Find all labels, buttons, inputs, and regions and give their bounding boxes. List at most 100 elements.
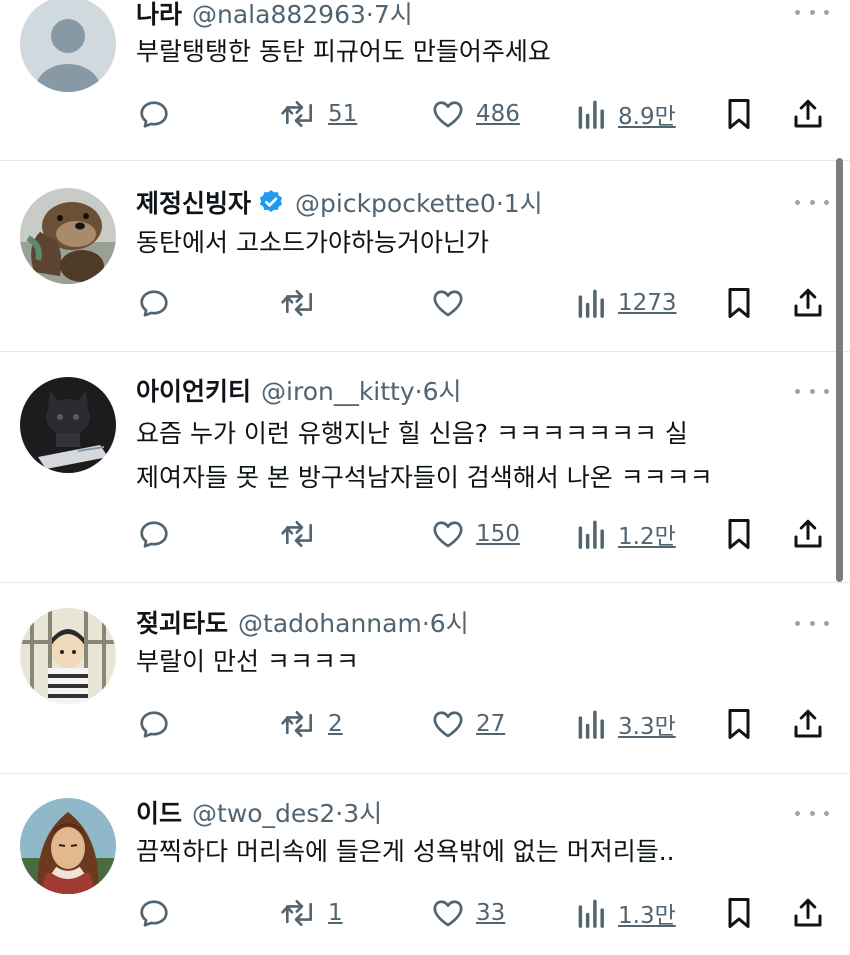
tweet-text: 요즘 누가 이런 유행지난 힐 신음? ㅋㅋㅋㅋㅋㅋㅋ 실 제여자들 못 본 방… [136,419,713,492]
display-name[interactable]: 제정신빙자 [136,184,251,220]
views-button[interactable]: 8.9만 [576,94,676,134]
tweet[interactable]: 이드 @two_des2·3시 끔찍하다 머리속에 들은게 성욕밖에 없는 머저… [0,774,850,955]
reply-button[interactable] [136,514,172,554]
like-button[interactable]: 150 [430,514,520,554]
tweet-text: 끔찍하다 머리속에 들은게 성욕밖에 없는 머저리들.. [136,837,675,866]
share-button[interactable] [790,283,826,323]
avatar[interactable] [20,377,116,473]
views-button[interactable]: 1.3만 [576,893,676,933]
scrollbar[interactable] [836,158,843,582]
tweet[interactable]: 젖괴타도 @tadohannam·6시 부랄이 만선 ㅋㅋㅋㅋ 2 27 3.3… [0,583,850,773]
views-button[interactable]: 1273 [576,283,677,323]
like-button[interactable]: 27 [430,704,505,744]
avatar[interactable] [20,608,116,704]
reply-button[interactable] [136,283,172,323]
like-button[interactable]: 33 [430,893,505,933]
bookmark-icon [728,99,750,129]
views-count[interactable]: 3.3만 [618,707,676,741]
share-button[interactable] [790,893,826,933]
repost-count[interactable]: 51 [328,101,357,127]
views-button[interactable]: 1.2만 [576,514,676,554]
tweet[interactable]: 제정신빙자 @pickpockette0·1시 동탄에서 고소드가야하능거아닌가 [0,161,850,351]
repost-count[interactable]: 2 [328,711,343,737]
handle[interactable]: @tadohannam·6시 [238,604,469,640]
views-count[interactable]: 1.3만 [618,896,676,930]
share-button[interactable] [790,514,826,554]
verified-badge-icon[interactable] [257,188,285,216]
reply-button[interactable] [136,94,172,134]
display-name[interactable]: 나라 [136,0,182,31]
more-options-icon[interactable] [795,807,829,819]
avatar[interactable] [20,0,116,92]
reply-button[interactable] [136,893,172,933]
avatar[interactable] [20,798,116,894]
repost-button[interactable]: 51 [280,94,357,134]
bookmark-button[interactable] [722,704,756,744]
share-button[interactable] [790,704,826,744]
anime-avatar-icon [20,798,116,894]
display-name[interactable]: 이드 [136,794,182,830]
views-button[interactable]: 3.3만 [576,704,676,744]
action-bar: 51 486 8.9만 [136,94,836,134]
bookmark-icon [728,519,750,549]
reply-icon [140,101,168,128]
views-icon [578,289,604,318]
tweet-header: 아이언키티 @iron__kitty·6시 [136,371,462,409]
timestamp[interactable]: 6시 [423,377,462,406]
views-icon [578,710,604,739]
like-button[interactable] [430,283,476,323]
tweet-text: 동탄에서 고소드가야하능거아닌가 [136,228,489,257]
handle[interactable]: @pickpockette0·1시 [295,184,543,220]
more-options-icon[interactable] [795,196,829,208]
like-count[interactable]: 27 [476,711,505,737]
share-icon [794,898,822,927]
reply-icon [140,521,168,548]
repost-icon [281,100,313,128]
repost-icon [281,899,313,927]
bookmark-button[interactable] [722,514,756,554]
handle[interactable]: @two_des2·3시 [192,794,382,830]
tweet-text: 부랄이 만선 ㅋㅋㅋㅋ [136,647,359,676]
handle[interactable]: @iron__kitty·6시 [261,372,462,408]
timestamp[interactable]: 7시 [374,0,413,29]
like-button[interactable]: 486 [430,94,520,134]
tweet[interactable]: 아이언키티 @iron__kitty·6시 요즘 누가 이런 유행지난 힐 신음… [0,352,850,582]
like-count[interactable]: 33 [476,900,505,926]
tweet-header: 제정신빙자 @pickpockette0·1시 [136,183,543,221]
views-count[interactable]: 1273 [618,290,677,316]
tweet-text: 부랄탱탱한 동탄 피규어도 만들어주세요 [136,37,551,66]
views-count[interactable]: 8.9만 [618,97,676,131]
like-count[interactable]: 150 [476,521,520,547]
share-icon [794,709,822,738]
repost-button[interactable] [280,514,328,554]
more-options-icon[interactable] [795,6,829,18]
timestamp[interactable]: 6시 [430,609,469,638]
action-bar: 1273 [136,283,836,323]
repost-count[interactable]: 1 [328,900,343,926]
timestamp[interactable]: 1시 [504,189,543,218]
avatar[interactable] [20,188,116,284]
action-bar: 1 33 1.3만 [136,893,836,933]
repost-button[interactable] [280,283,328,323]
bookmark-button[interactable] [722,893,756,933]
reply-icon [140,290,168,317]
bookmark-button[interactable] [722,94,756,134]
share-button[interactable] [790,94,826,134]
prisoner-avatar-icon [20,608,116,704]
handle[interactable]: @nala882963·7시 [192,0,413,31]
reply-button[interactable] [136,704,172,744]
more-options-icon[interactable] [795,385,829,397]
views-count[interactable]: 1.2만 [618,517,676,551]
share-icon [794,288,822,317]
bookmark-button[interactable] [722,283,756,323]
timestamp[interactable]: 3시 [343,799,382,828]
display-name[interactable]: 아이언키티 [136,372,251,408]
tweet[interactable]: 나라 @nala882963·7시 부랄탱탱한 동탄 피규어도 만들어주세요 5… [0,0,850,160]
like-count[interactable]: 486 [476,101,520,127]
repost-button[interactable]: 2 [280,704,343,744]
repost-icon [281,710,313,738]
more-options-icon[interactable] [795,617,829,629]
tweet-header: 나라 @nala882963·7시 [136,0,413,32]
repost-button[interactable]: 1 [280,893,343,933]
display-name[interactable]: 젖괴타도 [136,604,228,640]
